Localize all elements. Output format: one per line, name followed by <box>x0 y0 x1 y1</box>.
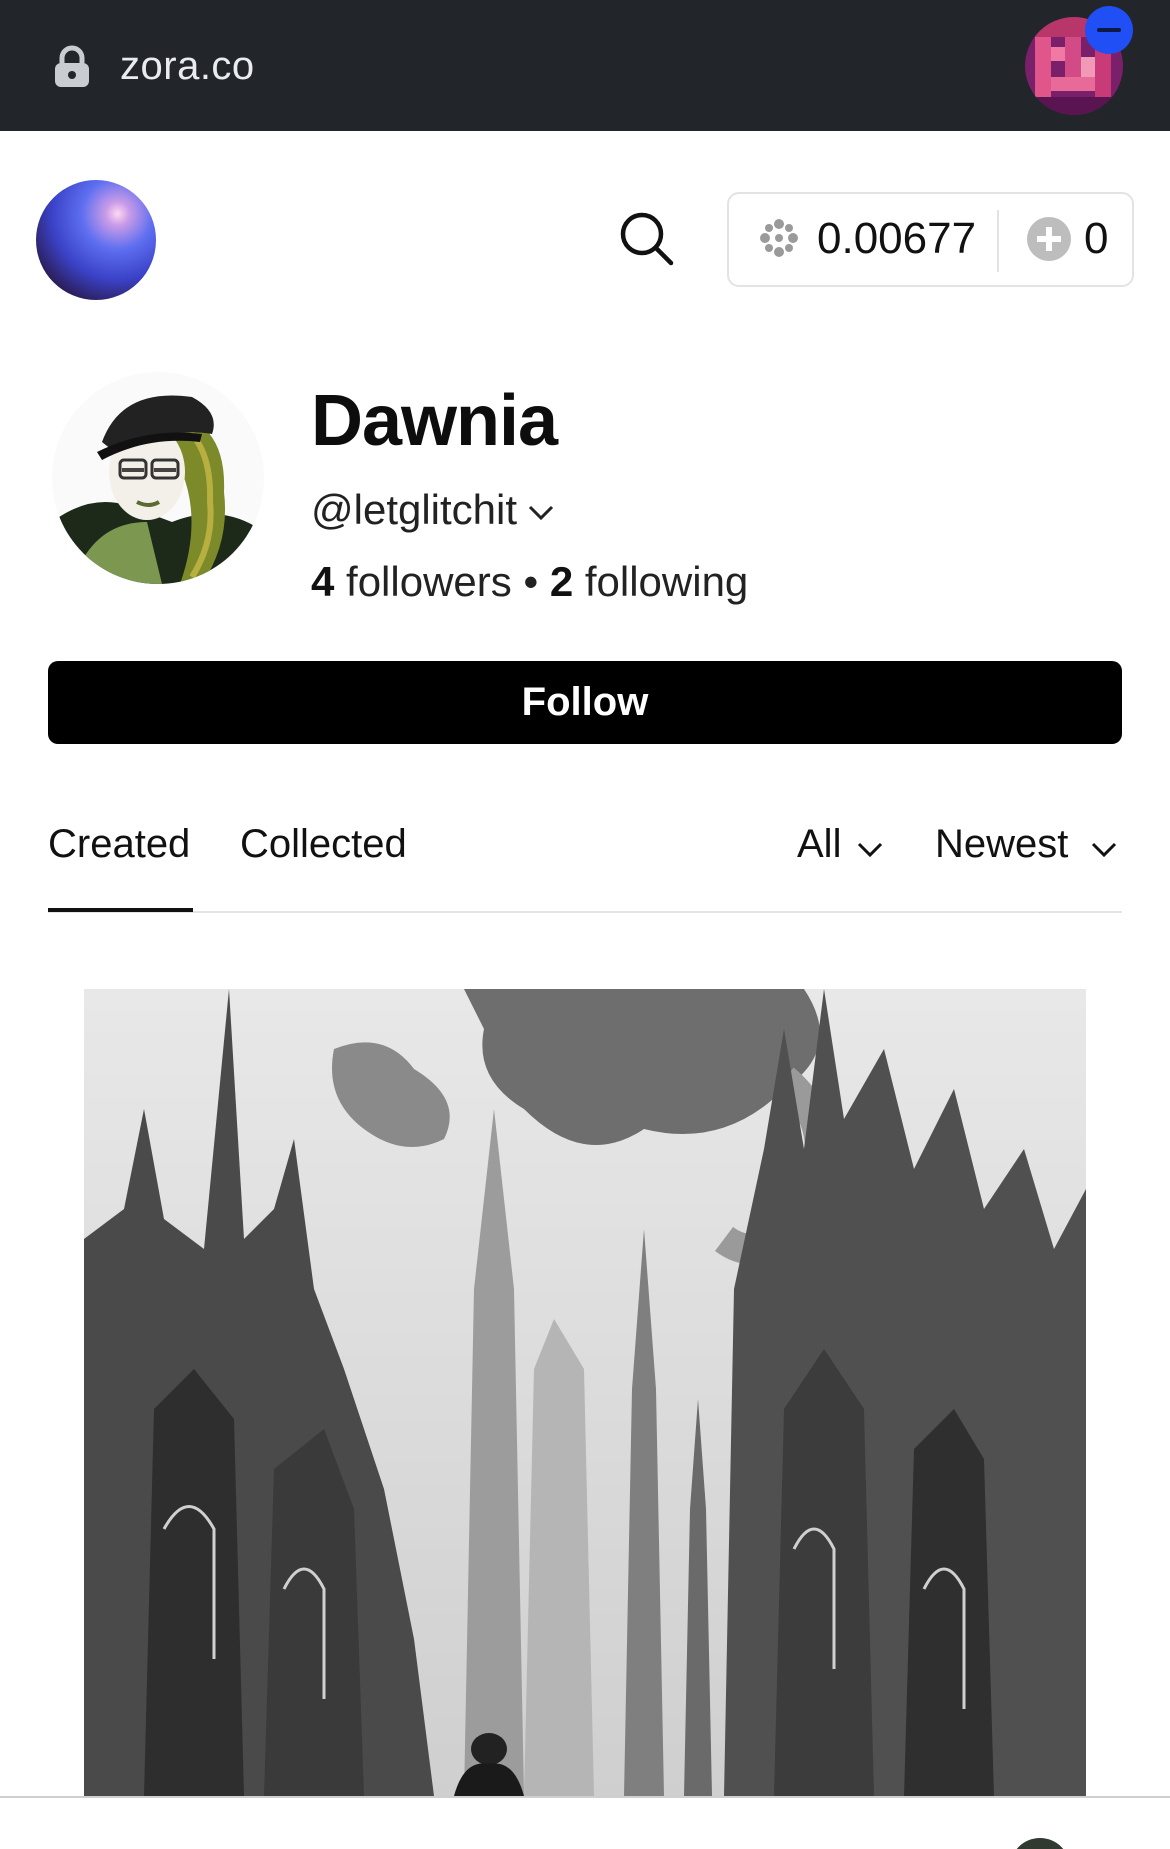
tab-collected[interactable]: Collected <box>240 822 407 867</box>
wallet-balance-pill[interactable]: 0.00677 0 <box>727 192 1134 287</box>
plus-circle-icon[interactable] <box>1027 217 1071 261</box>
profile-avatar <box>52 372 264 584</box>
chevron-down-icon[interactable] <box>1090 838 1118 860</box>
tab-created[interactable]: Created <box>48 822 190 867</box>
profile-handle[interactable]: @letglitchit <box>311 486 517 534</box>
bottom-divider <box>0 1796 1170 1798</box>
filter-dropdown[interactable]: All <box>797 822 841 867</box>
profile-stats: 4 followers • 2 following <box>311 558 748 606</box>
followers-count[interactable]: 4 <box>311 558 334 605</box>
followers-label[interactable]: followers <box>346 558 512 605</box>
eth-sparkle-icon <box>760 219 798 257</box>
following-count[interactable]: 2 <box>550 558 573 605</box>
lock-icon <box>55 45 89 87</box>
tabs-divider <box>48 911 1122 913</box>
notification-badge[interactable] <box>1085 6 1133 54</box>
wallet-count: 0 <box>1084 214 1109 263</box>
profile-name: Dawnia <box>311 381 558 461</box>
follow-button[interactable]: Follow <box>48 661 1122 744</box>
artwork-card[interactable] <box>84 989 1086 1796</box>
active-tab-indicator <box>48 908 193 912</box>
wallet-divider <box>997 210 999 272</box>
wallet-balance: 0.00677 <box>817 214 977 263</box>
following-label[interactable]: following <box>585 558 748 605</box>
browser-url-bar: zora.co <box>0 0 1170 131</box>
search-icon[interactable] <box>618 210 676 268</box>
sort-dropdown[interactable]: Newest <box>935 822 1068 867</box>
next-item-avatar[interactable] <box>1010 1838 1070 1849</box>
chevron-down-icon[interactable] <box>856 838 884 860</box>
chevron-down-icon[interactable] <box>526 498 556 528</box>
url-text[interactable]: zora.co <box>120 44 255 89</box>
stats-separator: • <box>523 558 539 605</box>
zora-orb-logo[interactable] <box>36 180 156 300</box>
